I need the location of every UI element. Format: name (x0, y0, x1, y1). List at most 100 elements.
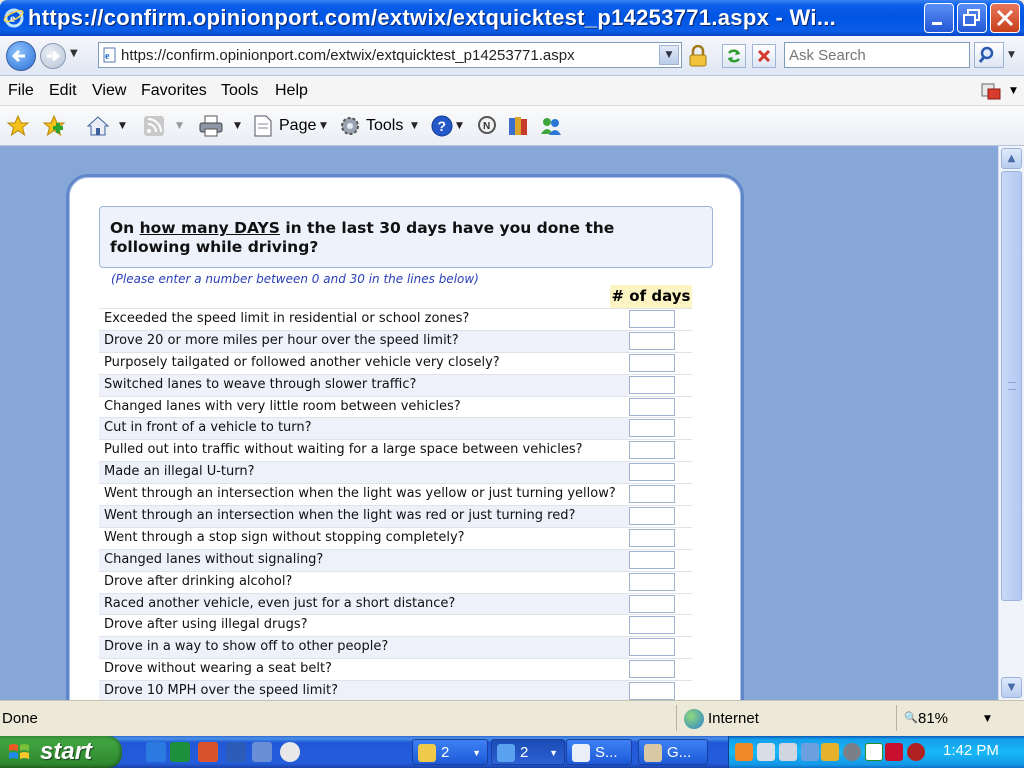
question-header: On how many DAYS in the last 30 days hav… (99, 206, 713, 268)
feeds-dropdown-icon[interactable]: ▼ (176, 121, 183, 131)
menu-edit[interactable]: Edit (49, 82, 77, 100)
tools-menu-label[interactable]: Tools (366, 117, 403, 135)
page-dropdown-icon[interactable]: ▼ (320, 121, 327, 131)
minimize-button[interactable] (924, 3, 954, 33)
quicklaunch-ie-icon[interactable] (146, 742, 166, 762)
vertical-scrollbar[interactable]: ▲ ▼ (998, 146, 1024, 700)
scroll-up-button[interactable]: ▲ (1001, 148, 1022, 169)
toolbar-options-dropdown-icon[interactable]: ▼ (1010, 86, 1017, 96)
lock-icon[interactable] (688, 45, 708, 67)
days-input[interactable] (629, 682, 675, 700)
address-bar[interactable]: e https://confirm.opinionport.com/extwix… (98, 42, 682, 68)
tray-speaker-icon[interactable] (843, 743, 861, 761)
home-icon[interactable] (86, 114, 110, 138)
help-dropdown-icon[interactable]: ▼ (456, 121, 463, 131)
taskbar-task-word[interactable]: S... (566, 739, 632, 765)
menu-favorites[interactable]: Favorites (141, 82, 207, 100)
tray-lock-icon[interactable] (779, 743, 797, 761)
home-dropdown-icon[interactable]: ▼ (119, 121, 126, 131)
stop-button[interactable] (752, 44, 776, 68)
tray-printer-icon[interactable] (757, 743, 775, 761)
tray-n-icon[interactable] (885, 743, 903, 761)
search-button[interactable] (974, 42, 1004, 68)
page-menu-icon[interactable] (252, 114, 274, 138)
question-row: Went through an intersection when the li… (99, 483, 692, 506)
tray-security-icon[interactable] (907, 743, 925, 761)
menu-tools[interactable]: Tools (221, 82, 258, 100)
days-input[interactable] (629, 397, 675, 416)
tray-vc-icon[interactable] (865, 743, 883, 761)
zoom-level[interactable]: 81% (918, 710, 948, 727)
question-row: Changed lanes with very little room betw… (99, 395, 692, 418)
tray-user-icon[interactable] (801, 743, 819, 761)
zoom-dropdown-icon[interactable]: ▼ (984, 714, 991, 724)
print-dropdown-icon[interactable]: ▼ (234, 121, 241, 131)
page-menu-label[interactable]: Page (279, 117, 316, 135)
status-divider (896, 705, 897, 731)
scroll-thumb[interactable] (1001, 171, 1022, 601)
back-button[interactable] (6, 41, 36, 71)
quicklaunch-excel-icon[interactable] (170, 742, 190, 762)
quicklaunch-powerpoint-icon[interactable] (198, 742, 218, 762)
question-label: Drove after using illegal drugs? (104, 617, 308, 633)
start-button[interactable]: start (0, 736, 122, 768)
days-input[interactable] (629, 507, 675, 526)
days-input[interactable] (629, 463, 675, 482)
tools-dropdown-icon[interactable]: ▼ (411, 121, 418, 131)
tools-gear-icon[interactable] (338, 114, 362, 138)
question-row: Pulled out into traffic without waiting … (99, 439, 692, 462)
days-input[interactable] (629, 375, 675, 394)
search-input[interactable] (785, 43, 969, 67)
close-button[interactable] (990, 3, 1020, 33)
question-label: Went through an intersection when the li… (104, 508, 576, 524)
days-input[interactable] (629, 616, 675, 635)
days-input[interactable] (629, 331, 675, 350)
task-dropdown-icon: ▼ (472, 748, 481, 758)
quicklaunch-media-icon[interactable] (280, 742, 300, 762)
search-options-dropdown-icon[interactable]: ▼ (1008, 50, 1015, 60)
days-input[interactable] (629, 310, 675, 328)
history-dropdown-icon[interactable]: ▼ (70, 48, 78, 59)
scroll-down-button[interactable]: ▼ (1001, 677, 1022, 698)
forward-button[interactable] (40, 43, 66, 69)
days-input[interactable] (629, 660, 675, 679)
question-row: Drove without wearing a seat belt? (99, 658, 692, 681)
days-input[interactable] (629, 572, 675, 591)
menu-file[interactable]: File (8, 82, 34, 100)
menu-help[interactable]: Help (275, 82, 308, 100)
address-url[interactable]: https://confirm.opinionport.com/extwix/e… (121, 47, 575, 64)
quicklaunch-word-icon[interactable] (226, 742, 246, 762)
feeds-icon[interactable] (142, 114, 166, 138)
svg-text:e: e (10, 11, 16, 25)
quicklaunch-app-icon[interactable] (252, 742, 272, 762)
taskbar-task-app[interactable]: G... (638, 739, 708, 765)
taskbar-group-ie[interactable]: 2 ▼ (491, 739, 565, 765)
days-input[interactable] (629, 528, 675, 547)
tray-shield-icon[interactable] (821, 743, 839, 761)
print-icon[interactable] (198, 114, 224, 138)
tray-icon[interactable] (735, 743, 753, 761)
help-icon[interactable]: ? (430, 114, 454, 138)
add-favorites-icon[interactable] (42, 114, 66, 138)
days-input[interactable] (629, 485, 675, 504)
restore-button[interactable] (957, 3, 987, 33)
bookmarks-icon[interactable] (506, 114, 530, 138)
address-dropdown-icon[interactable]: ▼ (659, 45, 679, 65)
refresh-button[interactable] (722, 44, 746, 68)
days-input[interactable] (629, 353, 675, 372)
taskbar-group-folders[interactable]: 2 ▼ (412, 739, 488, 765)
toolbar-options-icon[interactable] (980, 81, 1002, 101)
menu-view[interactable]: View (92, 82, 126, 100)
search-box[interactable] (784, 42, 970, 68)
page-icon: e (103, 47, 116, 63)
clock[interactable]: 1:42 PM (943, 742, 999, 759)
days-input[interactable] (629, 594, 675, 613)
messenger-icon[interactable] (538, 114, 564, 138)
research-icon[interactable]: N (476, 114, 500, 138)
days-input[interactable] (629, 638, 675, 657)
days-input[interactable] (629, 550, 675, 569)
zoom-icon[interactable]: 🔍 (904, 711, 918, 724)
days-input[interactable] (629, 419, 675, 438)
favorites-star-icon[interactable] (6, 114, 30, 138)
days-input[interactable] (629, 441, 675, 460)
